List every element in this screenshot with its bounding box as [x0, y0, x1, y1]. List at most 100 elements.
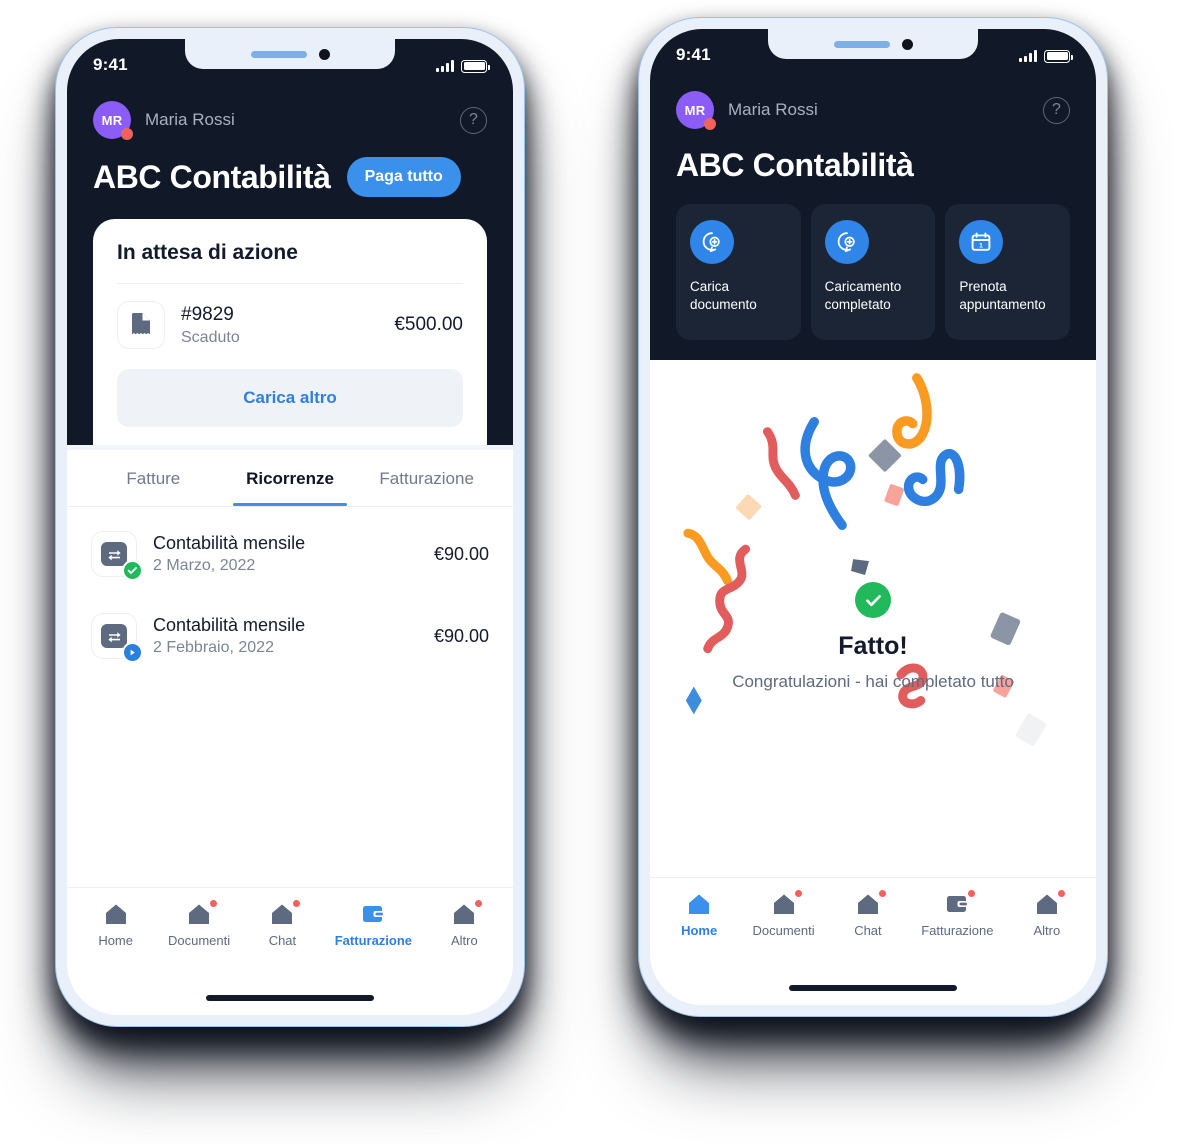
home-indicator[interactable]	[206, 995, 374, 1001]
nav-label: Fatturazione	[334, 933, 413, 948]
action-card-label: Caricamento completato	[824, 279, 902, 312]
tab-ricorrenze[interactable]: Ricorrenze	[222, 450, 359, 506]
home-icon	[269, 900, 301, 926]
signal-bars-icon	[436, 60, 454, 72]
signal-bars-icon	[1019, 50, 1037, 62]
action-card-label: Prenota appuntamento	[959, 279, 1046, 312]
calendar-icon: 1	[959, 220, 1004, 264]
nav-item-chat[interactable]: Chat	[253, 900, 311, 948]
user-name: Maria Rossi	[728, 100, 818, 119]
nav-label: Fatturazione	[921, 923, 994, 938]
wallet-icon	[360, 902, 386, 926]
bottom-nav-left: Home Documenti Chat Fatturazione Altro	[67, 887, 513, 981]
avatar[interactable]: MR	[93, 101, 133, 140]
user-row: MR Maria Rossi ?	[93, 97, 487, 143]
home-icon	[186, 900, 218, 926]
confetti-decoration	[683, 373, 1047, 746]
notification-dot	[210, 900, 218, 907]
document-icon	[117, 301, 165, 349]
check-badge-icon	[122, 560, 143, 581]
nav-item-home[interactable]: Home	[87, 902, 145, 948]
notification-dot	[878, 890, 886, 897]
quick-actions: Carica documento Caricamento completato	[676, 204, 1071, 340]
phone-mockup-right: 9:41 MR Maria Rossi ? ABC Contabilità Ca…	[638, 17, 1108, 1017]
load-more-button[interactable]: Carica altro	[117, 369, 463, 427]
front-camera-icon	[318, 48, 330, 60]
recurring-amount: €90.00	[433, 625, 489, 646]
section-title: In attesa di azione	[117, 241, 298, 264]
home-indicator[interactable]	[789, 985, 957, 991]
question-circle-icon[interactable]: ?	[1043, 96, 1070, 124]
action-card-caricamento-completato[interactable]: Caricamento completato	[810, 204, 936, 340]
invoice-amount: €500.00	[394, 314, 463, 335]
home-icon	[1034, 890, 1065, 916]
action-card-prenota-appuntamento[interactable]: 1 Prenota appuntamento	[945, 204, 1071, 340]
action-card-carica-documento[interactable]: Carica documento	[676, 204, 801, 340]
chat-plus-icon	[690, 220, 734, 264]
nav-label: Home	[98, 933, 133, 948]
invoice-status: Scaduto	[181, 328, 240, 346]
action-card-label: Carica documento	[690, 279, 757, 312]
check-circle-icon	[855, 582, 891, 618]
status-time: 9:41	[676, 45, 711, 64]
success-subtitle: Congratulazioni - hai completato tutto	[732, 672, 1014, 691]
notification-dot	[475, 900, 483, 907]
tab-fatture[interactable]: Fatture	[85, 450, 222, 506]
notification-dot	[293, 900, 301, 907]
notch	[768, 29, 978, 59]
invoice-id: #9829	[181, 303, 234, 325]
avatar-initials: MR	[101, 112, 123, 128]
page-title: ABC Contabilità	[93, 158, 331, 195]
tab-fatturazione[interactable]: Fatturazione	[358, 450, 495, 506]
battery-icon	[461, 59, 490, 73]
phone-screen-right: 9:41 MR Maria Rossi ? ABC Contabilità Ca…	[650, 29, 1096, 1005]
nav-item-altro[interactable]: Altro	[1018, 890, 1076, 938]
recurring-date: 2 Marzo, 2022	[153, 557, 256, 574]
notification-dot	[1057, 890, 1065, 897]
page-title: ABC Contabilità	[676, 147, 914, 183]
nav-item-documenti[interactable]: Documenti	[168, 900, 230, 948]
pending-actions-card: In attesa di azione #9829 Scaduto €500.0…	[93, 219, 487, 445]
recurring-name: Contabilità mensile	[153, 615, 306, 635]
nav-item-fatturazione[interactable]: Fatturazione	[335, 902, 412, 948]
nav-item-fatturazione[interactable]: Fatturazione	[921, 890, 994, 938]
svg-text:1: 1	[980, 243, 984, 250]
question-circle-icon[interactable]: ?	[460, 106, 487, 134]
avatar-initials: MR	[684, 102, 706, 118]
user-row: MR Maria Rossi ?	[676, 87, 1070, 133]
invoice-row[interactable]: #9829 Scaduto €500.00	[117, 284, 463, 353]
nav-label: Chat	[268, 933, 297, 948]
home-icon	[855, 890, 886, 916]
screenshot-stage: 9:41 MR Maria Rossi ? ABC Contabilità Pa…	[0, 0, 1194, 1144]
list-item[interactable]: Contabilità mensile 2 Febbraio, 2022 €90…	[91, 595, 489, 677]
home-icon	[771, 890, 802, 916]
phone-mockup-left: 9:41 MR Maria Rossi ? ABC Contabilità Pa…	[55, 27, 525, 1027]
phone-screen-left: 9:41 MR Maria Rossi ? ABC Contabilità Pa…	[67, 39, 513, 1015]
front-camera-icon	[901, 38, 913, 50]
recurring-icon	[91, 613, 143, 663]
recurring-amount: €90.00	[433, 543, 489, 564]
notification-dot	[794, 890, 802, 897]
success-panel: Fatto! Congratulazioni - hai completato …	[650, 360, 1096, 877]
home-icon	[686, 892, 712, 916]
tab-bar: Fatture Ricorrenze Fatturazione	[67, 450, 513, 506]
status-time: 9:41	[93, 55, 128, 74]
avatar-status-dot	[704, 118, 716, 130]
notch	[185, 39, 395, 69]
bottom-nav-right: Home Documenti Chat Fatturazione Altro	[650, 877, 1096, 971]
avatar[interactable]: MR	[676, 91, 716, 130]
nav-item-documenti[interactable]: Documenti	[752, 890, 815, 938]
list-item[interactable]: Contabilità mensile 2 Marzo, 2022 €90.00	[91, 513, 489, 595]
nav-item-home[interactable]: Home	[670, 892, 728, 938]
nav-item-chat[interactable]: Chat	[839, 890, 897, 938]
recurring-list: Contabilità mensile 2 Marzo, 2022 €90.00	[67, 507, 513, 887]
recurring-name: Contabilità mensile	[153, 533, 306, 553]
home-icon	[103, 902, 129, 926]
nav-label: Home	[681, 923, 718, 938]
pay-all-button[interactable]: Paga tutto	[346, 157, 461, 197]
home-icon	[451, 900, 483, 926]
chat-plus-icon	[824, 220, 869, 264]
nav-label: Altro	[450, 933, 478, 948]
recurring-date: 2 Febbraio, 2022	[153, 639, 274, 656]
nav-item-altro[interactable]: Altro	[435, 900, 493, 948]
